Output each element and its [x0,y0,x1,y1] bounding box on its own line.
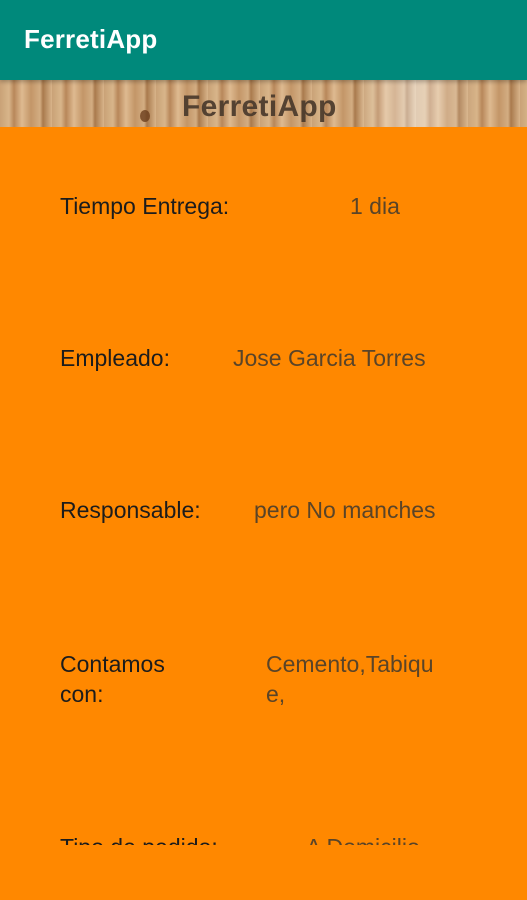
delivery-time-value: 1 dia [350,193,400,219]
order-type-label: Tipo de pedido: [60,832,218,845]
details-scroll-view[interactable]: Tiempo Entrega: 1 dia Empleado: Jose Gar… [0,127,527,845]
order-type-value: A Domicilio [306,832,420,845]
employee-label: Empleado: [60,345,170,371]
responsible-value: pero No manches [254,497,436,523]
employee-value: Jose Garcia Torres [233,345,426,371]
banner-light [355,80,475,127]
banner-wood-knot [140,110,150,122]
banner-title: FerretiApp [182,90,337,123]
header-banner-image: FerretiApp [0,80,527,127]
bottom-strip [0,845,527,900]
responsible-label: Responsable: [60,497,201,523]
delivery-time-label: Tiempo Entrega: [60,193,230,219]
available-products-label: Contamos con: [60,651,165,707]
available-products-value: Cemento,Tabique, [266,651,434,707]
app-bar: FerretiApp [0,0,527,80]
app-title: FerretiApp [24,24,158,54]
